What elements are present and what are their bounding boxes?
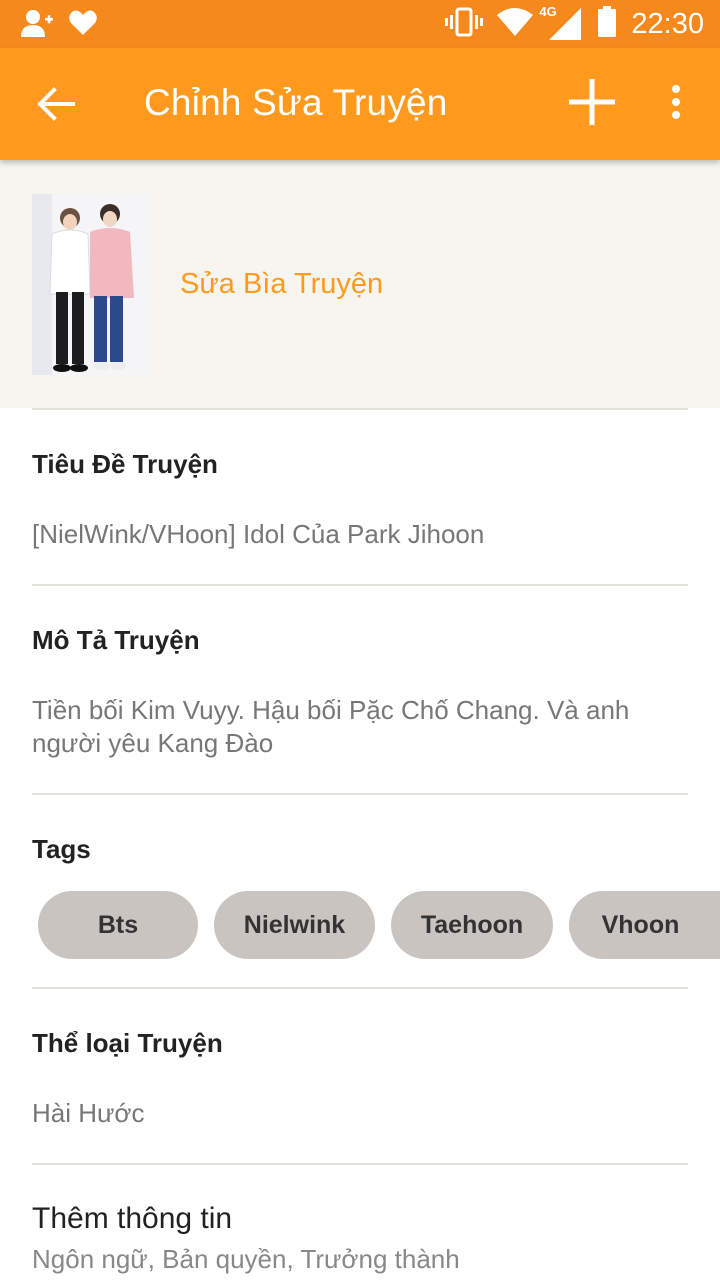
divider [32, 793, 688, 795]
title-value: [NielWink/VHoon] Idol Của Park Jihoon [32, 519, 485, 549]
battery-icon [597, 5, 617, 43]
description-label: Mô Tả Truyện [32, 625, 200, 655]
divider [32, 987, 688, 989]
wifi-icon [497, 7, 534, 42]
status-bar: 4G 22:30 [0, 0, 720, 48]
tag-chip[interactable]: Vhoon [569, 891, 720, 959]
add-friend-icon [20, 8, 54, 43]
heart-icon [68, 9, 98, 42]
tags-label: Tags [32, 834, 91, 864]
tag-chip[interactable]: Taehoon [391, 891, 553, 959]
description-value: Tiền bối Kim Vuyy. Hậu bối Pặc Chố Chang… [32, 695, 630, 758]
cover-section: Sửa Bìa Truyện [0, 160, 720, 408]
genre-value: Hài Hước [32, 1098, 145, 1128]
more-info-title: Thêm thông tin [32, 1202, 233, 1235]
title-label: Tiêu Đề Truyện [32, 449, 218, 479]
cover-image[interactable] [32, 194, 148, 375]
genre-label: Thể loại Truyện [32, 1028, 223, 1058]
more-info-subtitle: Ngôn ngữ, Bản quyền, Trưởng thành [32, 1244, 460, 1274]
back-arrow-icon [37, 86, 75, 126]
app-bar: Chỉnh Sửa Truyện [0, 48, 720, 160]
add-icon [567, 77, 617, 132]
vibrate-icon [445, 7, 484, 42]
edit-cover-link[interactable]: Sửa Bìa Truyện [180, 268, 383, 301]
signal-icon: 4G [539, 4, 583, 42]
tags-row: Bts Nielwink Taehoon Vhoon [38, 891, 720, 959]
back-button[interactable] [28, 78, 84, 134]
status-time: 22:30 [631, 7, 704, 40]
divider [32, 408, 688, 410]
divider [32, 584, 688, 586]
divider [32, 1163, 688, 1165]
more-vert-icon [671, 84, 681, 125]
tag-chip[interactable]: Nielwink [214, 891, 375, 959]
more-options-button[interactable] [652, 74, 700, 134]
page-title: Chỉnh Sửa Truyện [144, 82, 448, 123]
tag-chip[interactable]: Bts [38, 891, 198, 959]
add-button[interactable] [560, 74, 624, 134]
